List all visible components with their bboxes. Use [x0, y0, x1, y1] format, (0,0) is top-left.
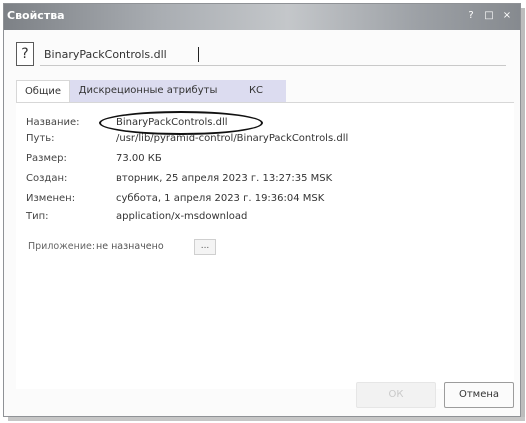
created-label: Создан: — [26, 173, 68, 184]
type-label: Тип: — [26, 211, 49, 222]
question-mark-file-icon: ? — [16, 42, 34, 66]
text-caret — [198, 47, 199, 62]
close-icon[interactable]: × — [502, 11, 512, 21]
size-value: 73.00 КБ — [116, 153, 162, 164]
type-value: application/x-msdownload — [116, 211, 248, 222]
window-shadow-right — [521, 8, 525, 420]
modified-label: Изменен: — [26, 193, 76, 204]
path-label: Путь: — [26, 133, 55, 144]
name-value: BinaryPackControls.dll — [116, 117, 228, 128]
dialog-title: Свойства — [7, 9, 65, 22]
file-name-input[interactable] — [40, 44, 506, 66]
properties-dialog: Свойства ? □ × ? Общие Дискреционные атр… — [3, 3, 521, 417]
ok-button[interactable]: ОК — [356, 382, 436, 408]
title-bar[interactable]: Свойства ? □ × — [4, 4, 520, 30]
tab-discretionary-attributes[interactable]: Дискреционные атрибуты — [70, 80, 226, 102]
application-value: не назначено — [96, 241, 164, 252]
tab-ks[interactable]: КС — [226, 80, 286, 102]
help-icon[interactable]: ? — [466, 11, 476, 21]
tab-general[interactable]: Общие — [16, 80, 70, 102]
name-label: Название: — [26, 117, 80, 128]
file-name-row: ? — [14, 42, 506, 68]
created-value: вторник, 25 апреля 2023 г. 13:27:35 MSK — [116, 173, 333, 184]
choose-application-button[interactable]: ... — [194, 239, 216, 255]
path-value: /usr/lib/pyramid-control/BinaryPackContr… — [116, 133, 349, 144]
cancel-button[interactable]: Отмена — [444, 382, 514, 408]
size-label: Размер: — [26, 153, 67, 164]
window-shadow-bottom — [8, 417, 525, 421]
application-label: Приложение: — [28, 241, 96, 252]
maximize-icon[interactable]: □ — [484, 11, 494, 21]
general-tab-panel: Название: BinaryPackControls.dll Путь: /… — [16, 102, 514, 389]
modified-value: суббота, 1 апреля 2023 г. 19:36:04 MSK — [116, 193, 325, 204]
